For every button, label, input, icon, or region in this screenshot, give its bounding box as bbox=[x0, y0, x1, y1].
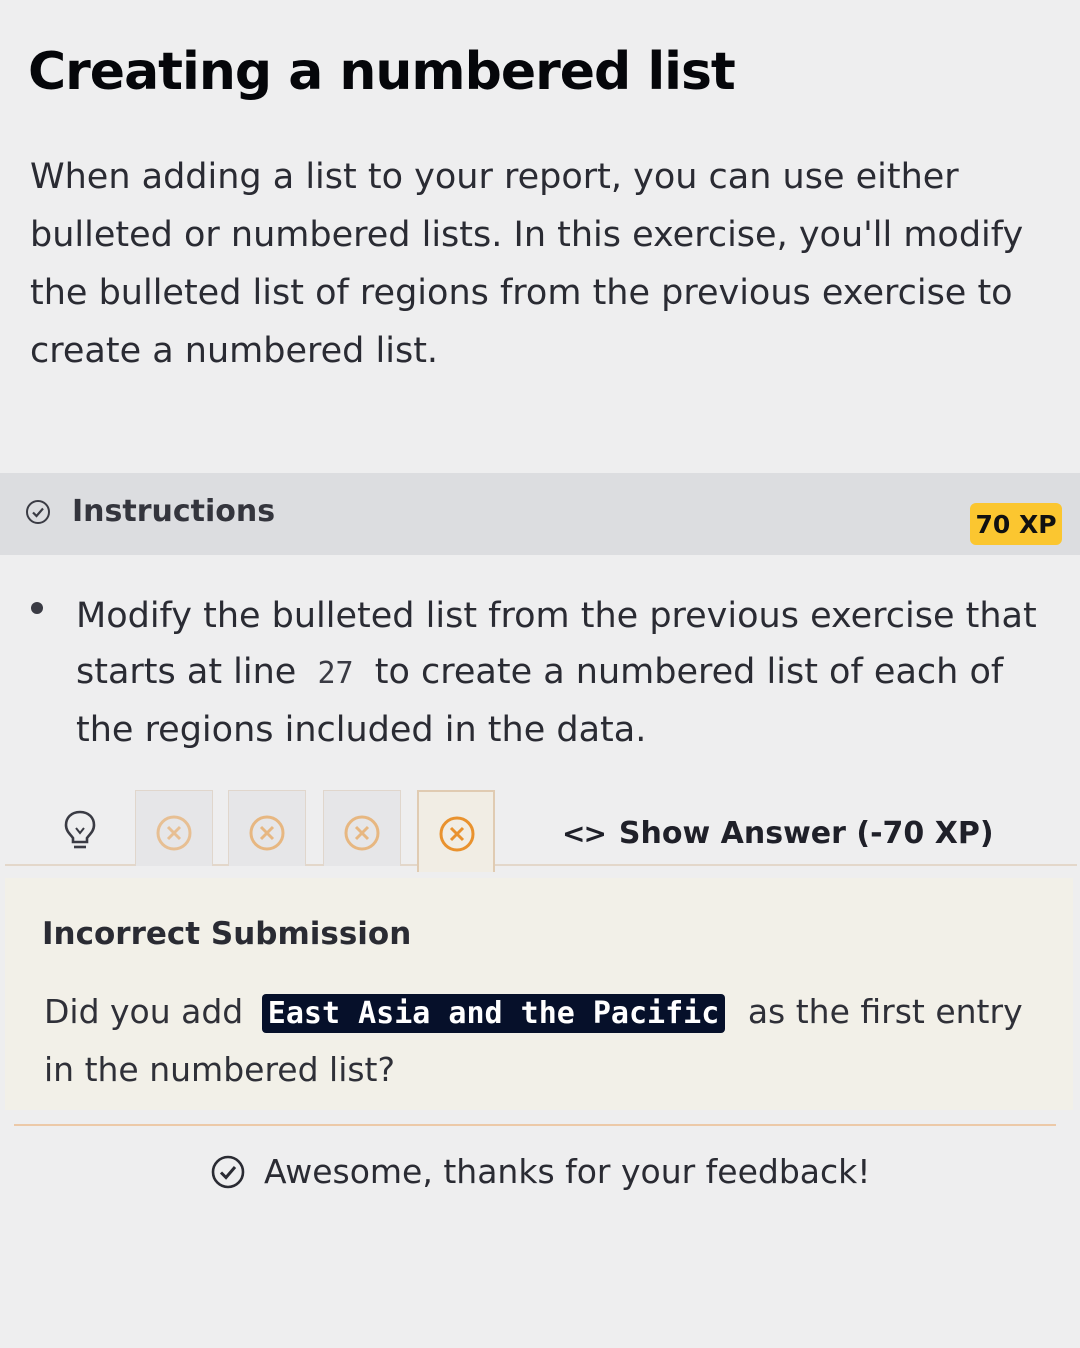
exercise-description: When adding a list to your report, you c… bbox=[30, 157, 1024, 371]
show-answer-button[interactable]: <> Show Answer (-70 XP) bbox=[562, 816, 994, 851]
feedback-title: Incorrect Submission bbox=[42, 916, 412, 952]
feedback-divider bbox=[14, 1124, 1056, 1126]
feedback-message: Did you add East Asia and the Pacific as… bbox=[44, 984, 1034, 1098]
task-line-number: 27 bbox=[317, 656, 354, 691]
x-circle-icon bbox=[344, 815, 380, 851]
feedback-thanks: Awesome, thanks for your feedback! bbox=[210, 1152, 871, 1191]
check-circle-icon bbox=[211, 1155, 245, 1188]
bullet-icon bbox=[31, 602, 43, 614]
exercise-title: Creating a numbered list bbox=[28, 42, 736, 102]
instruction-task: Modify the bulleted list from the previo… bbox=[76, 588, 1061, 758]
exercise-page: Creating a numbered list When adding a l… bbox=[0, 0, 1080, 1348]
show-answer-label: Show Answer (-70 XP) bbox=[618, 816, 994, 851]
xp-badge: 70 XP bbox=[970, 503, 1062, 545]
feedback-text-before: Did you add bbox=[44, 992, 244, 1031]
lightbulb-icon[interactable] bbox=[60, 808, 100, 852]
feedback-code: East Asia and the Pacific bbox=[261, 994, 726, 1033]
thanks-message: Awesome, thanks for your feedback! bbox=[264, 1152, 871, 1191]
attempt-tab-1[interactable] bbox=[135, 790, 213, 866]
code-brackets-icon: <> bbox=[562, 817, 607, 850]
x-circle-icon bbox=[249, 815, 285, 851]
attempt-tab-3[interactable] bbox=[323, 790, 401, 866]
attempt-tab-2[interactable] bbox=[228, 790, 306, 866]
instructions-label: Instructions bbox=[72, 494, 276, 529]
attempt-tab-4[interactable] bbox=[417, 790, 495, 872]
x-circle-icon bbox=[156, 815, 192, 851]
x-circle-icon bbox=[439, 816, 475, 852]
check-circle-icon bbox=[26, 500, 50, 524]
